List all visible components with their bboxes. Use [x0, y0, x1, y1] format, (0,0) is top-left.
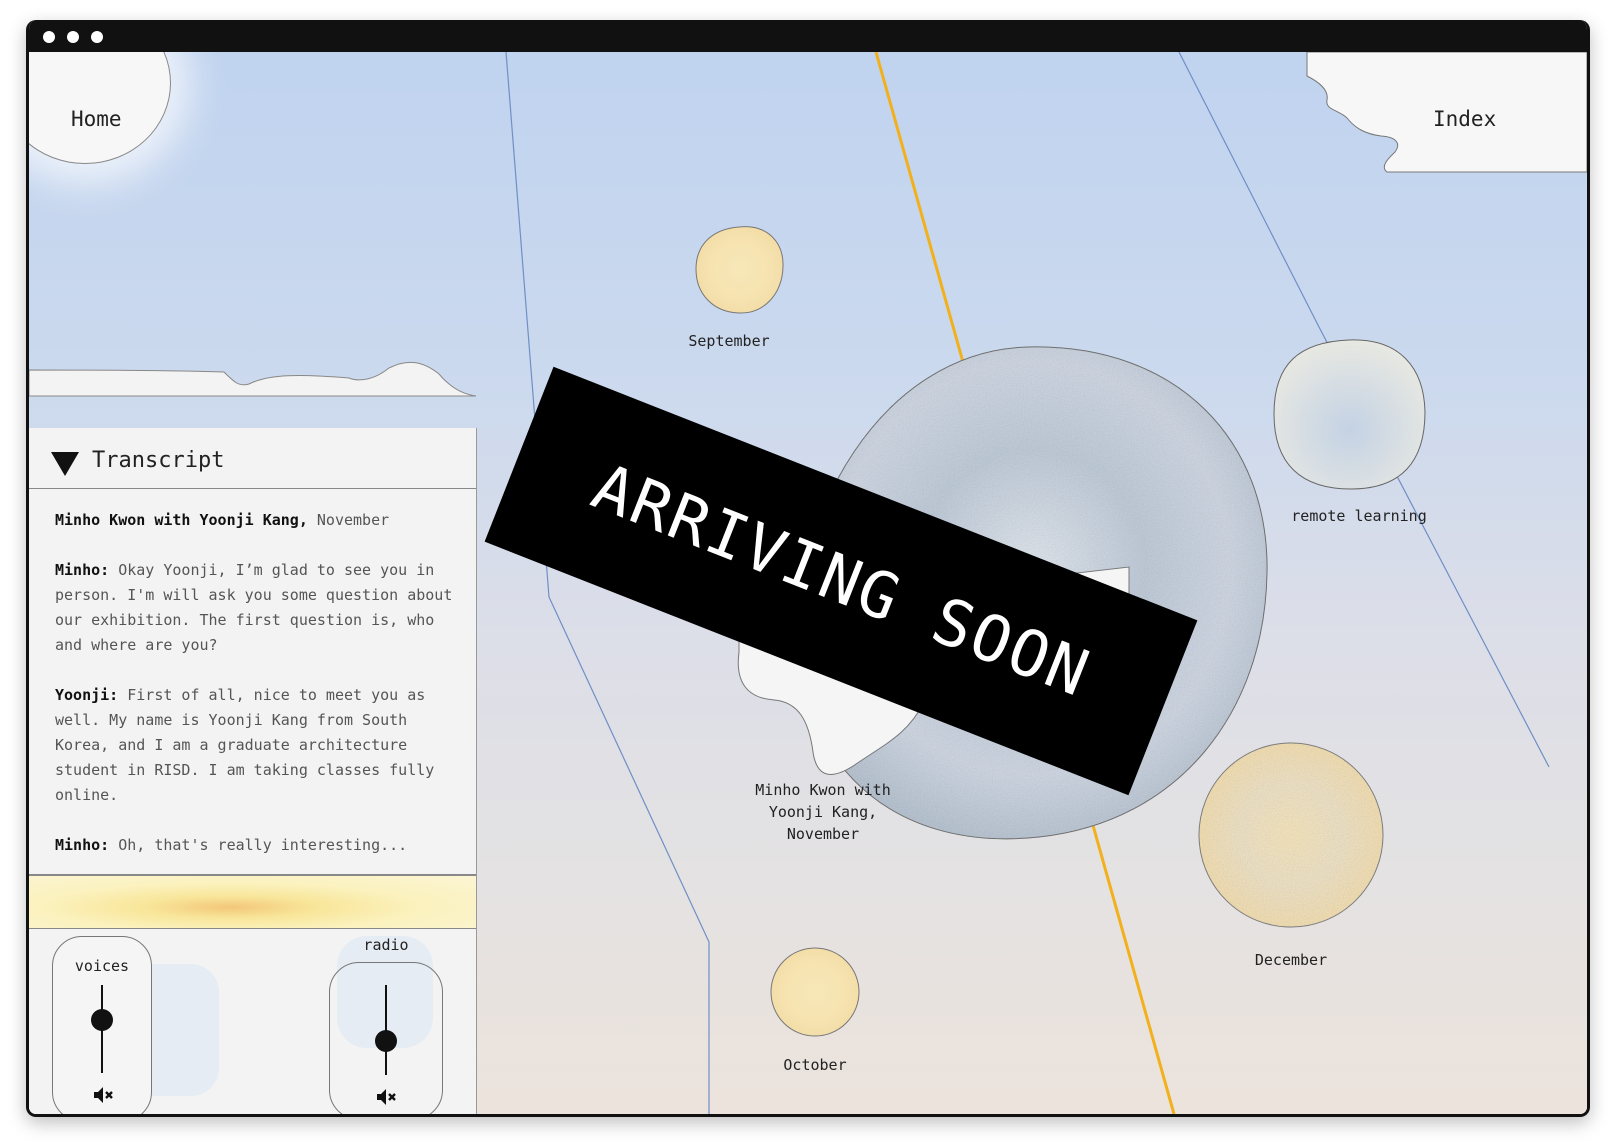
transcript-panel: Transcript Minho Kwon with Yoonji Kang, …	[29, 428, 477, 1114]
radio-control	[329, 962, 443, 1114]
interview-label[interactable]: Minho Kwon with Yoonji Kang, November	[743, 779, 903, 845]
window-dot-icon[interactable]	[67, 31, 79, 43]
transcript-heading: Transcript	[92, 448, 225, 473]
home-link[interactable]: Home	[71, 107, 122, 131]
voices-control: voices	[52, 936, 152, 1114]
speaker-muted-icon[interactable]	[91, 1083, 115, 1112]
december-label[interactable]: December	[1231, 949, 1351, 971]
transcript-line: Minho: Okay Yoonji, I’m glad to see you …	[55, 561, 453, 654]
remote-learning-label[interactable]: remote learning	[1279, 505, 1439, 527]
transcript-body: Minho Kwon with Yoonji Kang, November Mi…	[55, 508, 465, 883]
transcript-line: Minho: Oh, that's really interesting...	[55, 836, 408, 854]
october-label[interactable]: October	[755, 1054, 875, 1076]
december-node[interactable]	[1198, 742, 1384, 928]
title-bar	[29, 20, 1587, 52]
browser-window: Home Index September remote learning Min…	[26, 20, 1590, 1117]
map-canvas[interactable]: Home Index September remote learning Min…	[29, 52, 1587, 1114]
radio-label: radio	[363, 936, 409, 954]
september-node[interactable]	[695, 226, 784, 314]
remote-learning-node[interactable]	[1273, 339, 1426, 490]
transcript-title: Minho Kwon with Yoonji Kang, November	[55, 511, 390, 529]
radio-slider-knob[interactable]	[375, 1029, 397, 1052]
october-node[interactable]	[770, 947, 860, 1037]
index-link[interactable]: Index	[1433, 107, 1496, 131]
audio-visualizer	[29, 874, 476, 929]
transcript-line: Yoonji: First of all, nice to meet you a…	[55, 686, 435, 804]
voices-label: voices	[74, 957, 130, 975]
september-label[interactable]: September	[669, 330, 789, 352]
window-dot-icon[interactable]	[91, 31, 103, 43]
transcript-header[interactable]: Transcript	[29, 428, 476, 489]
voices-slider-knob[interactable]	[91, 1009, 113, 1032]
speaker-muted-icon[interactable]	[374, 1085, 398, 1114]
triangle-down-icon[interactable]	[51, 452, 79, 476]
window-dot-icon[interactable]	[43, 31, 55, 43]
